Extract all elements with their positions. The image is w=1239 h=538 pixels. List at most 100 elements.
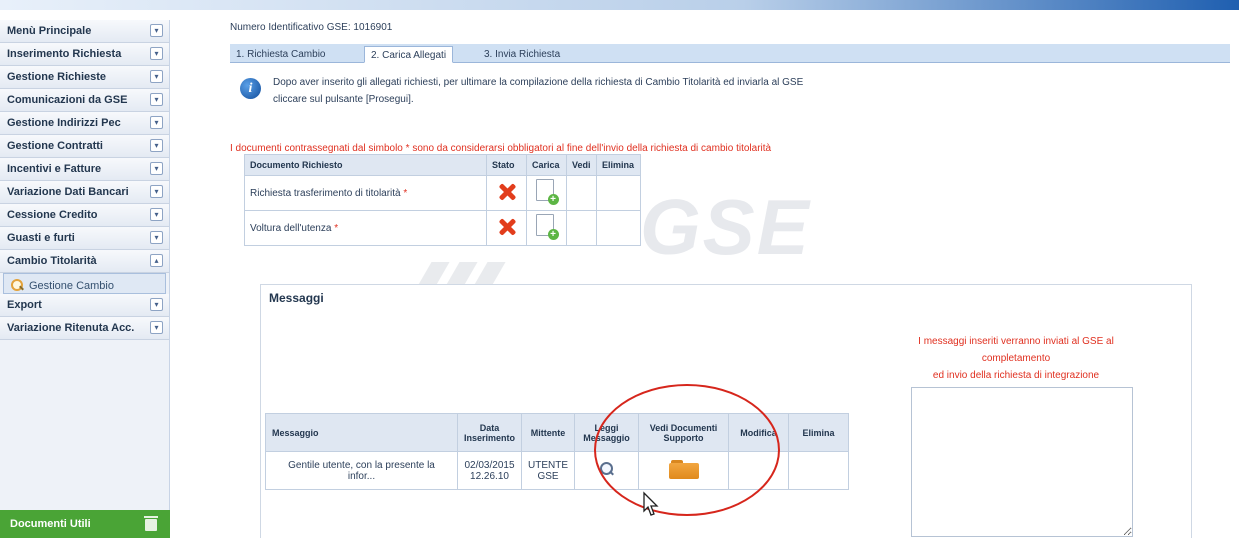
message-cell: Gentile utente, con la presente la infor…	[265, 451, 458, 490]
table-row: Gentile utente, con la presente la infor…	[265, 451, 850, 490]
status-missing-icon	[497, 217, 517, 237]
view-cell	[566, 210, 597, 246]
sidebar-item-menu-principale[interactable]: Menù Principale ▾	[0, 20, 169, 43]
sidebar-item-label: Guasti e furti	[7, 232, 75, 244]
sidebar-item-cessione-credito[interactable]: Cessione Credito ▾	[0, 204, 169, 227]
expand-toggle-icon[interactable]: ▾	[150, 298, 163, 311]
column-header: Carica	[526, 154, 567, 176]
sidebar-item-label: Comunicazioni da GSE	[7, 94, 128, 106]
sidebar-subitem-gestione-cambio[interactable]: Gestione Cambio	[3, 273, 166, 294]
sidebar-item-label: Inserimento Richiesta	[7, 48, 122, 60]
documenti-utili-label: Documenti Utili	[10, 518, 91, 530]
message-textarea[interactable]	[911, 387, 1133, 537]
main-content: GSE Numero Identificativo GSE: 1016901 1…	[230, 22, 1230, 538]
sidebar-item-label: Gestione Indirizzi Pec	[7, 117, 121, 129]
gse-watermark: GSE	[640, 183, 811, 271]
column-header: Modifica	[728, 413, 790, 452]
expand-toggle-icon[interactable]: ▾	[150, 162, 163, 175]
tab-bar: 1. Richiesta Cambio 2. Carica Allegati 3…	[230, 44, 1230, 63]
column-header: Documento Richiesto	[244, 154, 487, 176]
top-banner	[0, 0, 1239, 10]
sidebar-item-label: Menù Principale	[7, 25, 92, 37]
sidebar-item-comunicazioni[interactable]: Comunicazioni da GSE ▾	[0, 89, 169, 112]
messages-note: I messaggi inseriti verranno inviati al …	[918, 336, 1114, 381]
upload-document-icon[interactable]: +	[535, 213, 559, 240]
delete-cell	[596, 175, 641, 211]
expand-toggle-icon[interactable]: ▾	[150, 47, 163, 60]
sidebar-item-label: Gestione Richieste	[7, 71, 107, 83]
table-row: Richiesta trasferimento di titolarità * …	[244, 175, 641, 211]
column-header: Mittente	[521, 413, 576, 452]
column-header: Elimina	[596, 154, 641, 176]
sidebar-item-label: Variazione Dati Bancari	[7, 186, 129, 198]
document-name-cell: Richiesta trasferimento di titolarità *	[244, 175, 487, 211]
sidebar-item-label: Incentivi e Fatture	[7, 163, 102, 175]
sidebar-item-label: Cambio Titolarità	[7, 255, 97, 267]
status-missing-icon	[497, 182, 517, 202]
column-header: Vedi Documenti Supporto	[638, 413, 730, 452]
tab-carica-allegati[interactable]: 2. Carica Allegati	[364, 46, 454, 63]
sidebar-item-label: Cessione Credito	[7, 209, 98, 221]
sidebar-item-dati-bancari[interactable]: Variazione Dati Bancari ▾	[0, 181, 169, 204]
column-header: Data Inserimento	[456, 413, 523, 452]
column-header: Stato	[486, 154, 527, 176]
messages-table: Messaggio Data Inserimento Mittente Legg…	[265, 413, 850, 490]
info-line-2: cliccare sul pulsante [Prosegui].	[273, 94, 414, 105]
messages-title: Messaggi	[269, 291, 324, 305]
sidebar-item-label: Variazione Ritenuta Acc.	[7, 322, 135, 334]
info-message: Dopo aver inserito gli allegati richiest…	[273, 74, 803, 108]
sidebar-item-guasti-furti[interactable]: Guasti e furti ▾	[0, 227, 169, 250]
tab-invia-richiesta[interactable]: 3. Invia Richiesta	[478, 46, 566, 63]
sidebar-item-gestione-contratti[interactable]: Gestione Contratti ▾	[0, 135, 169, 158]
gse-identifier: Numero Identificativo GSE: 1016901	[230, 22, 393, 33]
collapse-toggle-icon[interactable]: ▴	[150, 254, 163, 267]
expand-toggle-icon[interactable]: ▾	[150, 70, 163, 83]
sidebar-subitem-label: Gestione Cambio	[29, 279, 114, 292]
documents-table: Documento Richiesto Stato Carica Vedi El…	[244, 154, 641, 246]
magnifier-icon	[11, 279, 24, 292]
sender-cell: UTENTE GSE	[521, 451, 576, 490]
expand-toggle-icon[interactable]: ▾	[150, 139, 163, 152]
delete-cell	[596, 210, 641, 246]
sidebar-item-inserimento-richiesta[interactable]: Inserimento Richiesta ▾	[0, 43, 169, 66]
sidebar-item-label: Gestione Contratti	[7, 140, 103, 152]
sidebar-item-incentivi-fatture[interactable]: Incentivi e Fatture ▾	[0, 158, 169, 181]
edit-cell	[728, 451, 790, 490]
sidebar-item-label: Export	[7, 299, 42, 311]
expand-toggle-icon[interactable]: ▾	[150, 116, 163, 129]
column-header: Leggi Messaggio	[574, 413, 640, 452]
read-message-icon[interactable]	[599, 462, 614, 476]
tab-richiesta-cambio[interactable]: 1. Richiesta Cambio	[230, 46, 331, 63]
sidebar-item-gestione-richieste[interactable]: Gestione Richieste ▾	[0, 66, 169, 89]
date-cell: 02/03/2015 12.26.10	[456, 451, 523, 490]
sidebar-item-cambio-titolarita[interactable]: Cambio Titolarità ▴	[0, 250, 169, 273]
trash-icon	[144, 516, 158, 531]
table-row: Voltura dell'utenza * +	[244, 210, 641, 246]
column-header: Messaggio	[265, 413, 458, 452]
expand-toggle-icon[interactable]: ▾	[150, 321, 163, 334]
sidebar-item-indirizzi-pec[interactable]: Gestione Indirizzi Pec ▾	[0, 112, 169, 135]
upload-document-icon[interactable]: +	[535, 178, 559, 205]
expand-toggle-icon[interactable]: ▾	[150, 208, 163, 221]
expand-toggle-icon[interactable]: ▾	[150, 24, 163, 37]
mouse-pointer-icon	[643, 491, 659, 516]
column-header: Vedi	[566, 154, 597, 176]
messages-panel: Messaggi I messaggi inseriti verranno in…	[260, 284, 1192, 538]
info-line-1: Dopo aver inserito gli allegati richiest…	[273, 77, 804, 88]
expand-toggle-icon[interactable]: ▾	[150, 93, 163, 106]
required-asterisk: *	[403, 187, 408, 199]
sidebar: Menù Principale ▾ Inserimento Richiesta …	[0, 20, 170, 538]
sidebar-item-ritenuta[interactable]: Variazione Ritenuta Acc. ▾	[0, 317, 169, 340]
mandatory-warning: I documenti contrassegnati dal simbolo *…	[230, 143, 772, 154]
delete-cell	[788, 451, 850, 490]
column-header: Elimina	[788, 413, 850, 452]
required-asterisk: *	[334, 222, 339, 234]
expand-toggle-icon[interactable]: ▾	[150, 231, 163, 244]
info-icon: i	[240, 78, 261, 99]
folder-icon[interactable]	[668, 459, 699, 479]
view-cell	[566, 175, 597, 211]
expand-toggle-icon[interactable]: ▾	[150, 185, 163, 198]
documenti-utili-button[interactable]: Documenti Utili	[0, 510, 170, 538]
document-name-cell: Voltura dell'utenza *	[244, 210, 487, 246]
sidebar-item-export[interactable]: Export ▾	[0, 294, 169, 317]
